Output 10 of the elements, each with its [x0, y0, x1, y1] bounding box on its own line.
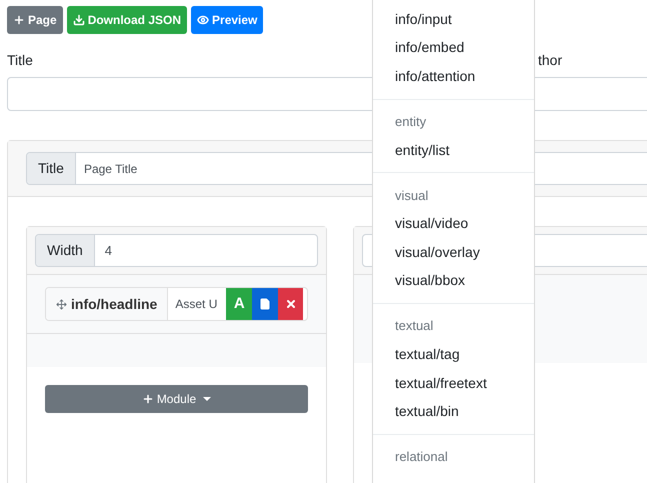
field-label: Title — [7, 51, 34, 69]
input-addon: Title — [27, 153, 76, 184]
field-label: thor — [537, 51, 564, 69]
menu-header: entity — [394, 113, 428, 132]
input-addon: Width — [36, 235, 95, 266]
input-value: Page Title — [82, 160, 138, 178]
menu-header: visual — [394, 186, 430, 205]
menu-header: textual — [394, 317, 434, 336]
input-value: 4 — [104, 242, 114, 260]
menu-header: relational — [394, 448, 449, 466]
